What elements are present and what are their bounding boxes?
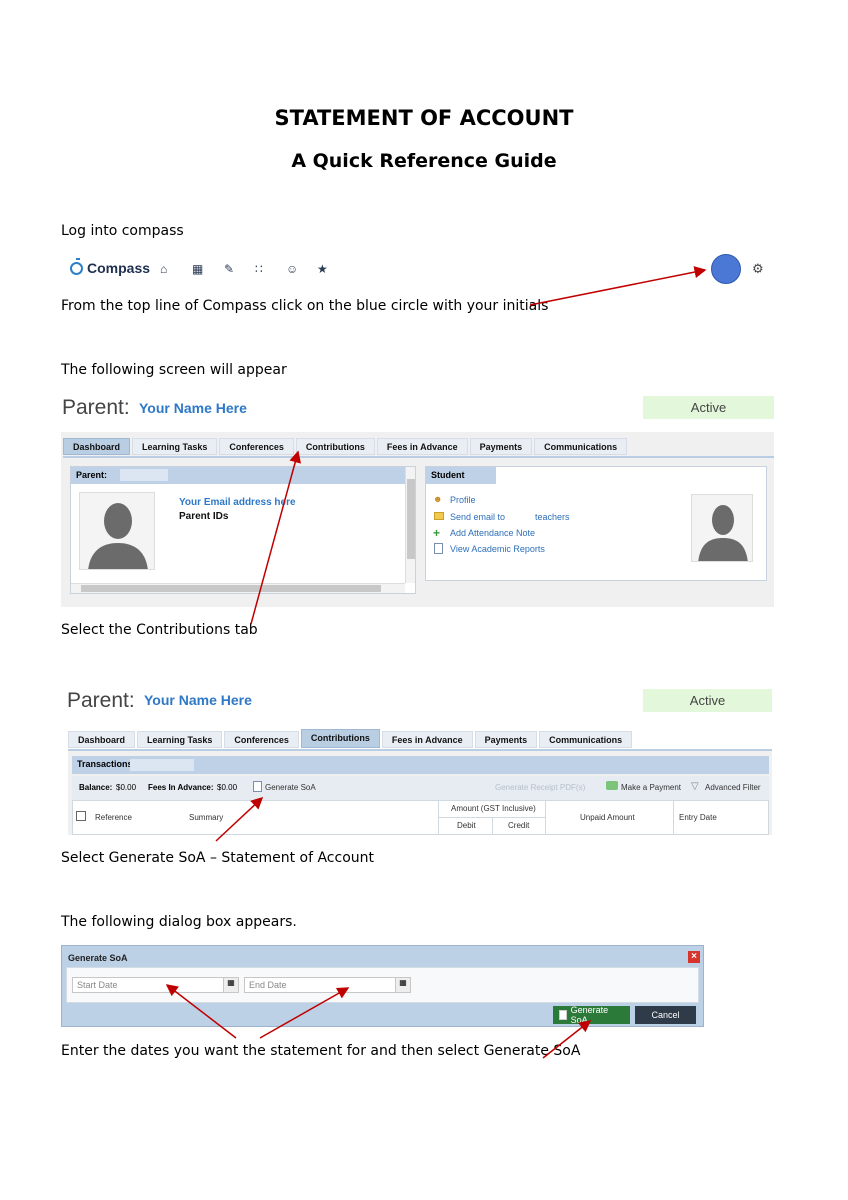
annotation-arrows	[165, 266, 707, 1059]
arrow-to-avatar	[529, 266, 707, 306]
arrow-to-end-date	[259, 987, 350, 1039]
arrow-to-start-date	[165, 984, 237, 1039]
arrow-to-contributions-tab	[250, 450, 302, 625]
arrow-to-generate-button	[542, 1020, 592, 1059]
arrow-to-generate-soa	[215, 796, 264, 842]
